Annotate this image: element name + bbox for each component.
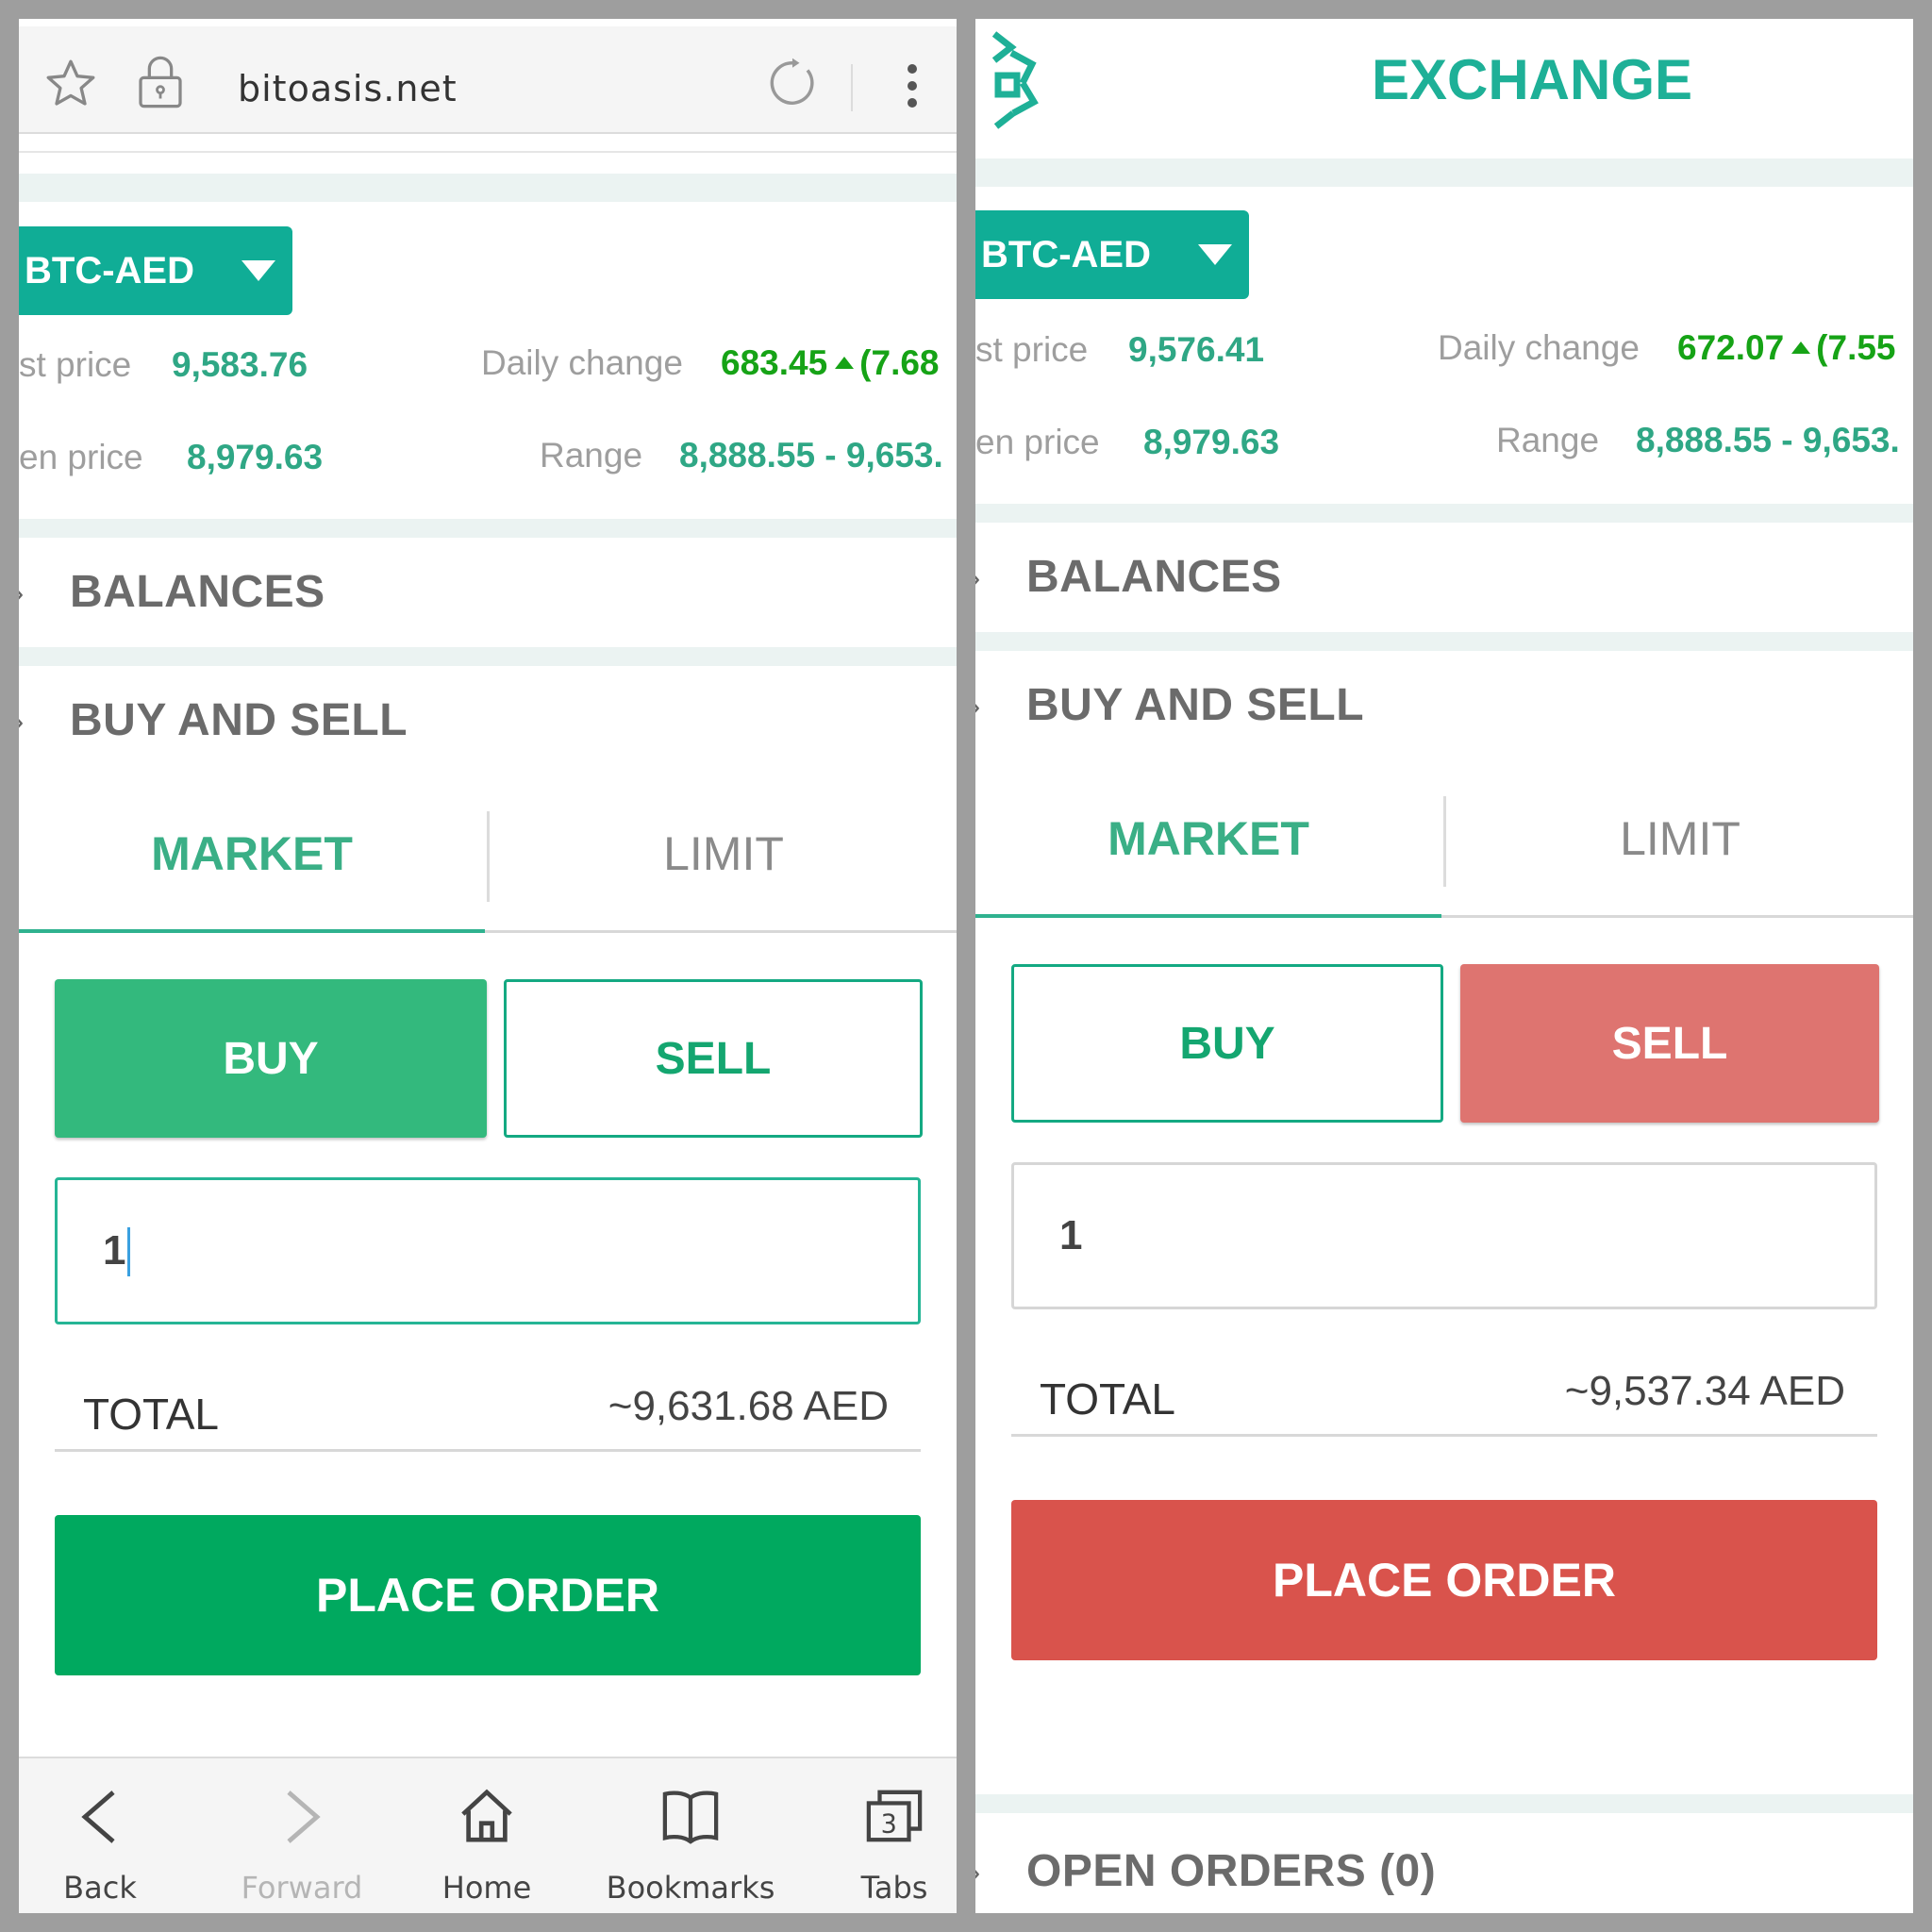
section-gap [975,504,1913,523]
back-arrow-icon [19,1787,194,1852]
sell-button[interactable]: SELL [504,979,923,1138]
range-value: 8,888.55 - 9,653. [679,436,943,475]
daily-change-value: 683.45 (7.68 [721,343,940,382]
balances-section-header[interactable]: BALANCES [70,566,325,618]
tab-limit[interactable]: LIMIT [1447,811,1913,866]
lock-icon[interactable] [134,53,187,116]
range-label: Range [1496,421,1600,459]
browser-bottom-nav: Back Forward Home Bookmarks 3 Tabs [19,1757,957,1913]
tabs-icon: 3 [800,1787,957,1850]
tab-active-indicator [19,929,485,933]
open-orders-section-header[interactable]: OPEN ORDERS (0) [1026,1845,1436,1897]
caret-down-icon [1198,244,1232,265]
nav-tabs[interactable]: 3 Tabs [800,1758,957,1913]
total-value: ~9,631.68 AED [608,1383,889,1429]
nav-back[interactable]: Back [19,1758,194,1913]
chevron-right-icon: › [975,689,980,725]
pair-selector[interactable]: BTC-AED [19,226,292,315]
total-label: TOTAL [1040,1374,1175,1424]
balances-section-header[interactable]: BALANCES [1026,551,1282,603]
nav-forward[interactable]: Forward [208,1758,396,1913]
open-price-value: 8,979.63 [1143,423,1280,461]
caret-down-icon [242,260,275,281]
quantity-value: 1 [1059,1212,1083,1258]
forward-arrow-icon [208,1787,396,1852]
daily-change-label: Daily change [1438,328,1640,367]
chevron-right-icon: › [975,560,980,597]
chevron-right-icon: › [975,1855,980,1891]
section-gap [975,632,1913,651]
total-underline [55,1449,921,1452]
chevron-right-icon: › [19,704,24,741]
total-label: TOTAL [83,1390,219,1439]
tab-market[interactable]: MARKET [975,811,1441,866]
section-gap [975,158,1913,187]
section-gap [975,1794,1913,1813]
star-icon[interactable] [42,55,100,118]
last-price-value: 9,576.41 [1128,330,1265,369]
sell-button[interactable]: SELL [1460,964,1879,1123]
chevron-right-icon: › [19,575,24,612]
buy-sell-section-header[interactable]: BUY AND SELL [70,694,408,746]
reload-icon[interactable] [764,55,821,116]
quantity-input[interactable]: 1 [55,1177,921,1324]
total-value: ~9,537.34 AED [1564,1368,1845,1414]
bookmarks-icon [596,1787,785,1850]
last-price-label: st price [19,345,132,384]
app-header: EXCHANGE [975,19,1913,156]
pair-label: BTC-AED [981,234,1151,275]
quantity-input[interactable]: 1 [1011,1162,1877,1309]
toolbar-separator [851,64,853,111]
svg-text:3: 3 [881,1809,897,1839]
range-value: 8,888.55 - 9,653. [1636,421,1900,459]
buy-button[interactable]: BUY [1011,964,1443,1123]
buy-sell-section-header[interactable]: BUY AND SELL [1026,679,1364,731]
arrow-up-icon [835,356,855,369]
last-price-value: 9,583.76 [172,345,308,384]
tab-divider [487,811,490,902]
place-order-button[interactable]: PLACE ORDER [1011,1500,1877,1660]
text-cursor [127,1227,130,1276]
pair-selector[interactable]: BTC-AED [975,210,1249,299]
section-gap [19,519,957,538]
place-order-button[interactable]: PLACE ORDER [55,1515,921,1675]
open-price-value: 8,979.63 [187,438,324,476]
last-price-label: st price [975,330,1089,369]
left-screenshot: bitoasis.net BTC-AED st price 9,583.76 D… [19,19,957,1913]
browser-address-bar: bitoasis.net [19,26,957,134]
tab-divider [1443,796,1446,887]
tab-market[interactable]: MARKET [19,826,485,881]
buy-button[interactable]: BUY [55,979,487,1138]
open-price-label: en price [975,423,1100,461]
open-price-label: en price [19,438,143,476]
tab-limit[interactable]: LIMIT [491,826,957,881]
overflow-menu-icon[interactable] [906,62,919,114]
daily-change-value: 672.07 (7.55 [1677,328,1896,367]
pair-label: BTC-AED [25,250,194,291]
daily-change-label: Daily change [481,343,683,382]
home-icon [392,1787,581,1850]
divider [19,151,957,153]
arrow-up-icon [1791,341,1811,354]
nav-bookmarks[interactable]: Bookmarks [596,1758,785,1913]
tab-active-indicator [975,914,1441,918]
right-screenshot: EXCHANGE BTC-AED st price 9,576.41 Daily… [975,19,1913,1913]
quantity-value: 1 [103,1227,126,1274]
total-underline [1011,1434,1877,1437]
section-gap [19,647,957,666]
nav-home[interactable]: Home [392,1758,581,1913]
page-title: EXCHANGE [1371,48,1693,111]
url-text[interactable]: bitoasis.net [238,68,458,109]
range-label: Range [540,436,643,475]
section-gap [19,174,957,202]
